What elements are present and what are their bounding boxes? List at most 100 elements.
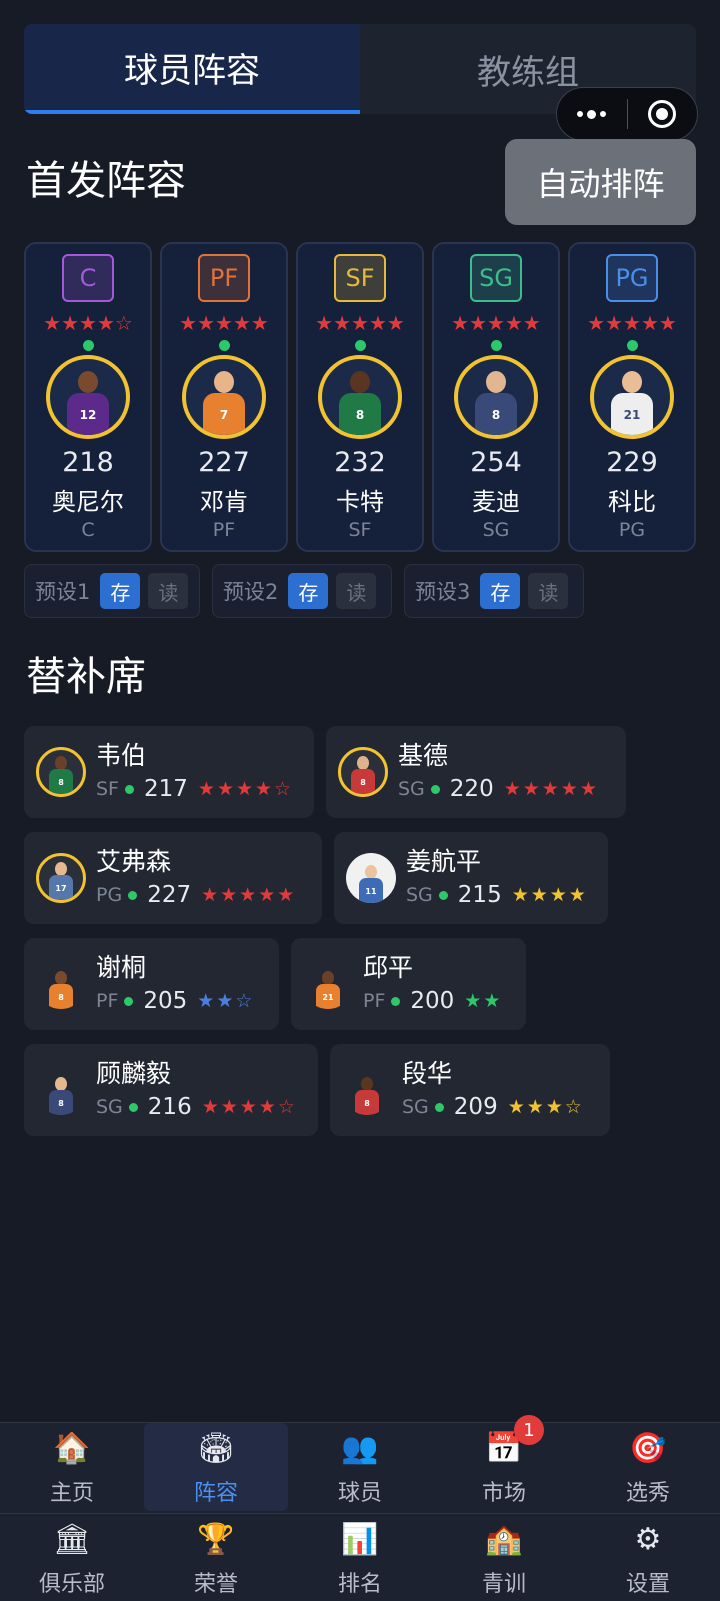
avatar-jersey: 8 — [475, 393, 517, 435]
avatar-jersey: 17 — [49, 875, 73, 900]
avatar-head — [486, 371, 506, 393]
player-name: 基德 — [398, 741, 449, 770]
bench-player-card[interactable]: 8 谢桐 PF 205 ★★☆ — [24, 938, 279, 1030]
player-avatar: 8 — [318, 355, 402, 439]
status-online-dot — [391, 996, 401, 1006]
target-icon: 🎯 — [629, 1431, 667, 1466]
avatar-jersey: 8 — [49, 1090, 73, 1115]
tab-player-lineup[interactable]: 球员阵容 — [24, 24, 360, 114]
preset-load-button[interactable]: 读 — [336, 573, 377, 609]
player-figure-icon: 11 — [355, 861, 387, 903]
preset-save-button[interactable]: 存 — [100, 573, 141, 609]
star-rating: ★★★☆ — [507, 1096, 584, 1118]
player-avatar: 8 — [36, 1065, 86, 1115]
player-rating: 232 — [334, 447, 386, 478]
player-avatar: 11 — [346, 853, 396, 903]
player-name: 邓肯 — [200, 488, 248, 516]
avatar-jersey: 7 — [203, 393, 245, 435]
player-avatar: 8 — [338, 747, 388, 797]
nav-item-bank[interactable]: 🏛 俱乐部 — [0, 1514, 144, 1601]
status-online-dot — [434, 1102, 444, 1112]
notification-badge: 1 — [514, 1415, 544, 1445]
starter-card[interactable]: SG ★★★★★ 8 254 麦迪 SG — [432, 242, 560, 552]
player-position: PG — [96, 884, 123, 906]
position-badge: C — [62, 254, 114, 302]
player-figure-icon: 12 — [61, 363, 115, 435]
auto-lineup-button[interactable]: 自动排阵 — [505, 139, 696, 225]
player-info: 艾弗森 PG 227 ★★★★★ — [96, 845, 296, 911]
preset-save-button[interactable]: 存 — [288, 573, 329, 609]
bench-player-card[interactable]: 21 邱平 PF 200 ★★ — [291, 938, 526, 1030]
player-figure-icon: 8 — [469, 363, 523, 435]
player-name: 奥尼尔 — [52, 488, 124, 516]
avatar-head — [55, 1077, 67, 1091]
starter-cards: C ★★★★☆ 12 218 奥尼尔 C PF ★★★★★ 7 227 邓肯 PF SF ★★★★★ 8 23… — [24, 242, 696, 552]
bench-player-card[interactable]: 17 艾弗森 PG 227 ★★★★★ — [24, 832, 322, 924]
bench-row: 17 艾弗森 PG 227 ★★★★★ 11 姜航平 SG 215 ★★★★ — [24, 832, 608, 924]
player-info: 韦伯 SF 217 ★★★★☆ — [96, 739, 293, 805]
player-figure-icon: 8 — [333, 363, 387, 435]
status-online-dot — [125, 784, 134, 794]
starter-card[interactable]: C ★★★★☆ 12 218 奥尼尔 C — [24, 242, 152, 552]
player-figure-icon: 8 — [45, 752, 77, 794]
status-online-dot — [438, 890, 448, 900]
target-circle-icon — [648, 100, 677, 128]
player-rating: 205 — [143, 988, 188, 1014]
preset-load-button[interactable]: 读 — [148, 573, 189, 609]
player-figure-icon: 17 — [45, 858, 77, 900]
bench-player-card[interactable]: 11 姜航平 SG 215 ★★★★ — [334, 832, 608, 924]
player-name: 麦迪 — [472, 488, 520, 516]
starter-card[interactable]: SF ★★★★★ 8 232 卡特 SF — [296, 242, 424, 552]
player-meta: PF 205 ★★☆ — [96, 985, 254, 1017]
position-badge: SG — [470, 254, 522, 302]
player-info: 顾麟毅 SG 216 ★★★★☆ — [96, 1057, 297, 1123]
player-name: 艾弗森 — [96, 847, 172, 876]
star-rating: ★★★★★ — [179, 311, 269, 335]
position-badge: PG — [606, 254, 658, 302]
player-rating: 217 — [144, 776, 188, 802]
bench-row: 8 韦伯 SF 217 ★★★★☆ 8 基德 SG 220 ★★★★★ — [24, 726, 626, 818]
status-online-dot — [490, 340, 502, 351]
preset-save-button[interactable]: 存 — [480, 573, 521, 609]
nav-item-target[interactable]: 🎯 选秀 — [576, 1423, 720, 1511]
bottom-navigation: 🏠 主页 🏟 阵容 👥 球员 📅 市场 1 🎯 选秀 🏛 俱乐部 🏆 荣誉 📊 排名 🏫 青训 ⚙ 设置 — [0, 1415, 720, 1601]
preset-label: 预设3 — [415, 580, 471, 604]
bench-player-card[interactable]: 8 顾麟毅 SG 216 ★★★★☆ — [24, 1044, 318, 1136]
player-rating: 254 — [470, 447, 522, 478]
nav-item-school[interactable]: 🏫 青训 — [432, 1514, 576, 1601]
nav-item-trophy[interactable]: 🏆 荣誉 — [144, 1514, 288, 1601]
star-rating: ★★★★★ — [315, 311, 405, 335]
nav-item-players[interactable]: 👥 球员 — [288, 1423, 432, 1511]
bench-player-card[interactable]: 8 段华 SG 209 ★★★☆ — [330, 1044, 610, 1136]
player-figure-icon: 8 — [45, 1073, 77, 1115]
nav-row-secondary: 🏛 俱乐部 🏆 荣誉 📊 排名 🏫 青训 ⚙ 设置 — [0, 1513, 720, 1601]
player-meta: SG 216 ★★★★☆ — [96, 1091, 297, 1123]
preset-slot: 预设1 存读 — [24, 564, 200, 618]
player-position: SG — [402, 1096, 429, 1118]
player-avatar: 21 — [590, 355, 674, 439]
player-figure-icon: 21 — [312, 967, 344, 1009]
nav-item-calendar[interactable]: 📅 市场 1 — [432, 1415, 576, 1511]
more-menu-button[interactable] — [557, 88, 627, 140]
star-rating: ★★☆ — [197, 990, 255, 1012]
star-rating: ★★★★☆ — [201, 1096, 297, 1118]
avatar-head — [55, 862, 67, 876]
starter-card[interactable]: PG ★★★★★ 21 229 科比 PG — [568, 242, 696, 552]
preset-load-button[interactable]: 读 — [528, 573, 569, 609]
position-badge: SF — [334, 254, 386, 302]
player-name: 姜航平 — [406, 847, 482, 876]
bench-player-card[interactable]: 8 基德 SG 220 ★★★★★ — [326, 726, 626, 818]
nav-item-gear[interactable]: ⚙ 设置 — [576, 1514, 720, 1601]
nav-item-stadium[interactable]: 🏟 阵容 — [144, 1423, 288, 1511]
nav-item-house[interactable]: 🏠 主页 — [0, 1423, 144, 1511]
player-rating: 220 — [449, 776, 494, 802]
close-miniprogram-button[interactable] — [628, 88, 698, 140]
bench-player-card[interactable]: 8 韦伯 SF 217 ★★★★☆ — [24, 726, 314, 818]
bar-chart-icon: 📊 — [341, 1522, 379, 1557]
starter-card[interactable]: PF ★★★★★ 7 227 邓肯 PF — [160, 242, 288, 552]
nav-label: 青训 — [481, 1572, 526, 1597]
player-position: SF — [348, 519, 372, 541]
avatar-jersey: 8 — [49, 769, 73, 794]
nav-item-bar-chart[interactable]: 📊 排名 — [288, 1514, 432, 1601]
avatar-head — [322, 971, 334, 985]
